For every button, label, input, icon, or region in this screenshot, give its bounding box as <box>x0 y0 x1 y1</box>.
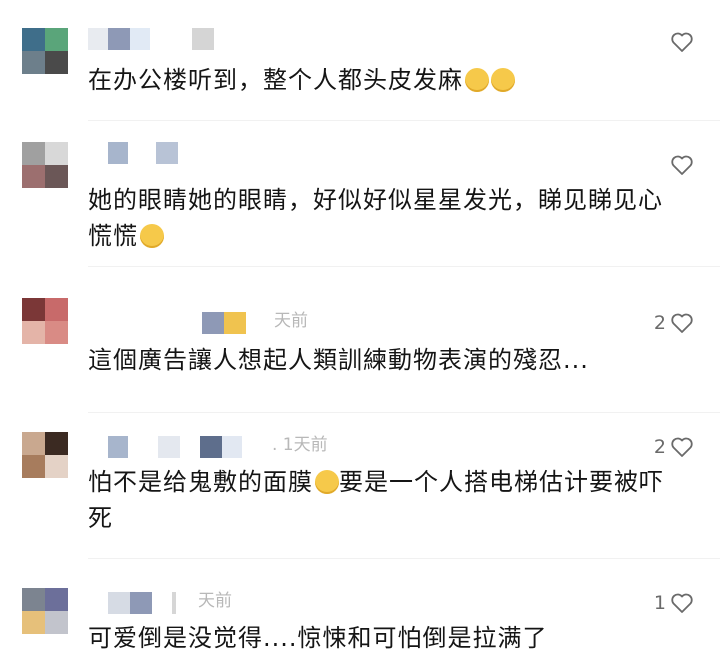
comment-item: . 1天前 2 怕不是给鬼敷的面膜 要是一个人搭电梯估计要被吓 死 <box>0 432 720 542</box>
heart-outline-icon <box>671 437 693 457</box>
avatar[interactable] <box>22 28 68 74</box>
laughing-emoji-icon <box>140 224 164 248</box>
heart-outline-icon <box>671 313 693 333</box>
divider <box>88 558 720 559</box>
heart-outline-icon <box>671 155 693 175</box>
comment-text-line1: 怕不是给鬼敷的面膜 要是一个人搭电梯估计要被吓 <box>88 464 688 500</box>
username-redacted[interactable] <box>88 592 176 614</box>
comment-text-line2-content: 慌慌 <box>88 222 138 250</box>
comment-text-line2: 慌慌 <box>88 218 688 254</box>
comment-text-content: 這個廣告讓人想起人類訓練動物表演的殘忍... <box>88 346 589 374</box>
like-button[interactable] <box>666 154 694 176</box>
timestamp: 天前 <box>274 311 308 331</box>
divider <box>88 266 720 267</box>
comment-text: 可爱倒是没觉得....惊悚和可怕倒是拉满了 <box>88 620 688 656</box>
like-count: 2 <box>653 312 666 334</box>
like-button[interactable] <box>666 31 694 53</box>
timestamp: 天前 <box>198 591 232 611</box>
avatar[interactable] <box>22 298 68 344</box>
emoji-icon <box>465 68 489 92</box>
comment-text-part2: 要是一个人搭电梯估计要被吓 <box>339 468 664 496</box>
heart-outline-icon <box>671 32 693 52</box>
heart-outline-icon <box>671 593 693 613</box>
divider <box>88 412 720 413</box>
avatar[interactable] <box>22 588 68 634</box>
avatar[interactable] <box>22 432 68 478</box>
comment-text-content: 在办公楼听到，整个人都头皮发麻 <box>88 66 463 94</box>
comment-text-line2: 死 <box>88 504 113 532</box>
comment-text-content: 可爱倒是没觉得....惊悚和可怕倒是拉满了 <box>88 624 548 652</box>
crying-emoji-icon <box>315 470 339 494</box>
comment-text: 怕不是给鬼敷的面膜 要是一个人搭电梯估计要被吓 死 <box>88 464 688 536</box>
divider <box>88 120 720 121</box>
like-count: 1 <box>653 592 666 614</box>
comment-text-part1: 怕不是给鬼敷的面膜 <box>88 468 313 496</box>
comment-text-line1: 她的眼睛她的眼睛，好似好似星星发光，睇见睇见心 <box>88 186 663 214</box>
comment-item: 她的眼睛她的眼睛，好似好似星星发光，睇见睇见心 慌慌 <box>0 142 720 262</box>
timestamp: . 1天前 <box>272 435 328 455</box>
comment-item: 在办公楼听到，整个人都头皮发麻 <box>0 28 720 120</box>
emoji-icon <box>491 68 515 92</box>
like-button[interactable]: 2 <box>654 436 694 458</box>
username-redacted[interactable] <box>88 142 178 164</box>
username-redacted[interactable] <box>88 436 242 458</box>
username-redacted[interactable] <box>88 28 214 50</box>
comment-text: 這個廣告讓人想起人類訓練動物表演的殘忍... <box>88 342 688 378</box>
like-button[interactable]: 1 <box>654 592 694 614</box>
comment-item: 天前 1 可爱倒是没觉得....惊悚和可怕倒是拉满了 <box>0 588 720 658</box>
comment-text: 在办公楼听到，整个人都头皮发麻 <box>88 62 688 98</box>
like-button[interactable]: 2 <box>654 312 694 334</box>
like-count: 2 <box>653 436 666 458</box>
comment-item: 天前 2 這個廣告讓人想起人類訓練動物表演的殘忍... <box>0 298 720 398</box>
comment-text: 她的眼睛她的眼睛，好似好似星星发光，睇见睇见心 慌慌 <box>88 182 688 254</box>
username-redacted[interactable] <box>88 312 246 334</box>
avatar[interactable] <box>22 142 68 188</box>
